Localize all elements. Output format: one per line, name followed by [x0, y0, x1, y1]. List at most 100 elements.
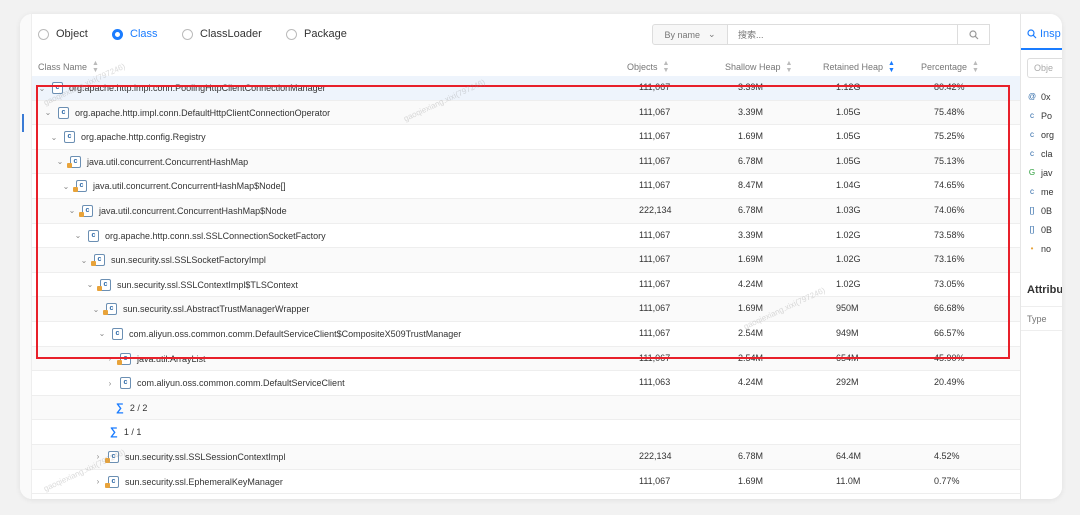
- table-row[interactable]: ∑ 1 / 1: [32, 420, 1020, 445]
- shallow-heap-cell: 4.24M: [738, 278, 764, 289]
- class-name-cell: ⌄ c sun.security.ssl.SSLContextImpl$TLSCon…: [86, 278, 298, 291]
- sigma-icon: ∑: [116, 401, 124, 414]
- chevron-down-icon[interactable]: ⌄: [98, 329, 106, 338]
- column-percentage-label: Percentage: [921, 62, 968, 72]
- percentage-cell: 66.68%: [934, 303, 965, 314]
- table-row[interactable]: › c sun.security.ssl.EphemeralKeyManager 11…: [32, 470, 1020, 495]
- table-row[interactable]: ⌄ c sun.security.ssl.SSLSocketFactoryImpl 1…: [32, 248, 1020, 273]
- retained-heap-cell: 1.02G: [836, 254, 861, 265]
- percentage-cell: 20.49%: [934, 377, 965, 388]
- class-icon: c: [52, 82, 63, 94]
- class-name-label: org.apache.http.impl.conn.PoolingHttpCli…: [69, 83, 326, 93]
- inspector-item-label: 0B: [1041, 225, 1053, 235]
- shallow-heap-cell: 6.78M: [738, 155, 764, 166]
- sort-icon: ▲ ▼: [92, 60, 99, 74]
- retained-heap-cell: 949M: [836, 327, 859, 338]
- table-row[interactable]: ⌄ c org.apache.http.conn.ssl.SSLConnection…: [32, 224, 1020, 249]
- table-row[interactable]: › c sun.security.ssl.SSLSessionContextImpl…: [32, 444, 1020, 470]
- class-name-label: java.util.concurrent.ConcurrentHashMap$N…: [93, 181, 286, 192]
- chevron-down-icon[interactable]: ⌄: [62, 182, 70, 191]
- inspector-item[interactable]: @0x: [1027, 92, 1051, 102]
- class-name-cell: ∑ 2 / 2: [116, 402, 147, 414]
- radio-classloader[interactable]: ClassLoader: [182, 28, 262, 40]
- class-name-label: sun.security.ssl.SSLContextImpl$TLSConte…: [117, 279, 298, 290]
- class-name-cell: ∑ 1 / 1: [110, 426, 141, 438]
- inspector-item-icon: •: [1030, 244, 1034, 253]
- table-row[interactable]: ⌄ c sun.security.ssl.SSLContextImpl$TLSCon…: [32, 273, 1020, 298]
- radio-object[interactable]: Object: [38, 28, 88, 40]
- inspector-item[interactable]: [] 0B: [1027, 225, 1052, 235]
- sort-icon: ▲ ▼: [662, 60, 670, 74]
- class-name-label: java.util.concurrent.ConcurrentHashMap: [87, 156, 249, 167]
- table-row[interactable]: ⌄ c org.apache.http.config.Registry 111,067…: [32, 125, 1020, 150]
- search-button[interactable]: [957, 25, 989, 44]
- chevron-down-icon[interactable]: ⌄: [44, 108, 52, 117]
- table-row[interactable]: ⌄ c sun.security.ssl.AbstractTrustManagerW…: [32, 297, 1020, 322]
- inspector-item-icon: []: [1029, 206, 1035, 215]
- percentage-cell: 45.90%: [934, 352, 965, 363]
- inspector-item[interactable]: c me: [1027, 187, 1054, 197]
- chevron-down-icon[interactable]: ⌄: [38, 84, 46, 93]
- column-retained-heap[interactable]: Retained Heap ▲ ▼: [823, 60, 895, 74]
- inspector-filter-input[interactable]: Obje: [1027, 58, 1062, 78]
- chevron-down-icon[interactable]: ⌄: [80, 256, 88, 265]
- tab-inspector[interactable]: Insp: [1021, 28, 1061, 40]
- chevron-down-icon[interactable]: ⌄: [68, 206, 76, 215]
- table-row[interactable]: › c com.aliyun.oss.common.comm.DefaultServ…: [32, 371, 1020, 396]
- search-input[interactable]: [728, 25, 958, 44]
- retained-heap-cell: 1.05G: [836, 106, 861, 117]
- retained-heap-cell: 292M: [836, 377, 859, 388]
- search-icon: [968, 29, 978, 39]
- class-name-cell: ⌄ c org.apache.http.impl.conn.PoolingHttpC…: [38, 82, 326, 94]
- search-icon: [1027, 29, 1037, 39]
- inspector-item[interactable]: c org: [1027, 130, 1054, 140]
- chevron-right-icon[interactable]: ›: [94, 477, 102, 486]
- class-name-cell: ⌄ c java.util.concurrent.ConcurrentHashMap…: [62, 180, 286, 193]
- chevron-down-icon[interactable]: ⌄: [86, 280, 94, 289]
- inspector-item[interactable]: c cla: [1027, 149, 1053, 159]
- column-class-name[interactable]: Class Name ▲ ▼: [38, 60, 99, 74]
- inspector-item-icon: c: [1030, 130, 1034, 139]
- sort-by-dropdown[interactable]: By name ⌄: [652, 24, 728, 45]
- column-objects[interactable]: Objects ▲ ▼: [627, 60, 669, 74]
- dominator-tree-panel: Object Class ClassLoader Package By name…: [32, 14, 1030, 499]
- sort-active-icon: ▲ ▼: [888, 60, 895, 74]
- table-row[interactable]: ⌄ c java.util.concurrent.ConcurrentHashMap…: [32, 174, 1020, 199]
- class-name-cell: › c sun.security.ssl.SSLSessionContextImpl: [94, 450, 285, 463]
- table-row[interactable]: ∑ 2 / 2: [32, 395, 1020, 421]
- column-shallow-heap[interactable]: Shallow Heap ▲ ▼: [725, 60, 792, 74]
- radio-class[interactable]: Class: [112, 28, 158, 40]
- percentage-cell: 74.06%: [934, 204, 965, 215]
- chevron-right-icon[interactable]: ›: [106, 379, 114, 388]
- chevron-right-icon[interactable]: ›: [106, 354, 114, 363]
- table-row[interactable]: ⌄ c org.apache.http.impl.conn.PoolingHttpC…: [32, 76, 1020, 101]
- inspector-item-label: cla: [1041, 149, 1053, 159]
- inspector-item[interactable]: c Po: [1027, 111, 1052, 121]
- table-row[interactable]: ⌄ c org.apache.http.impl.conn.DefaultHttpC…: [32, 100, 1020, 126]
- class-icon: c: [91, 254, 105, 267]
- chevron-down-icon[interactable]: ⌄: [56, 157, 64, 166]
- class-name-label: java.util.concurrent.ConcurrentHashMap$N…: [99, 205, 287, 216]
- chevron-down-icon[interactable]: ⌄: [92, 305, 100, 314]
- search-box: [728, 24, 990, 45]
- radio-package[interactable]: Package: [286, 28, 347, 40]
- radio-dot: [286, 28, 297, 40]
- inspector-item[interactable]: [] 0B: [1027, 206, 1052, 216]
- table-row[interactable]: ⌄ c java.util.concurrent.ConcurrentHashMap…: [32, 149, 1020, 175]
- chevron-down-icon[interactable]: ⌄: [74, 231, 82, 240]
- chevron-down-icon[interactable]: ⌄: [50, 133, 58, 142]
- retained-heap-cell: 654M: [836, 352, 859, 363]
- inspector-item[interactable]: Gjav: [1027, 168, 1053, 178]
- inspector-item-label: Po: [1041, 111, 1053, 121]
- column-percentage[interactable]: Percentage ▲ ▼: [921, 60, 979, 74]
- class-name-cell: ⌄ c org.apache.http.impl.conn.DefaultHttpC…: [44, 106, 331, 119]
- class-icon: c: [97, 278, 111, 291]
- class-name-label: org.apache.http.impl.conn.DefaultHttpCli…: [75, 107, 331, 118]
- chevron-right-icon[interactable]: ›: [94, 452, 102, 461]
- table-row[interactable]: ⌄ c com.aliyun.oss.common.comm.DefaultServ…: [32, 322, 1020, 347]
- radio-classloader-label: ClassLoader: [200, 28, 262, 40]
- inspector-item[interactable]: • no: [1027, 244, 1051, 254]
- table-row[interactable]: › c java.util.ArrayList 111,067 2.54M 654M 45.…: [32, 346, 1020, 372]
- objects-cell: 222,134: [639, 450, 672, 461]
- table-row[interactable]: ⌄ c java.util.concurrent.ConcurrentHashMap…: [32, 198, 1020, 224]
